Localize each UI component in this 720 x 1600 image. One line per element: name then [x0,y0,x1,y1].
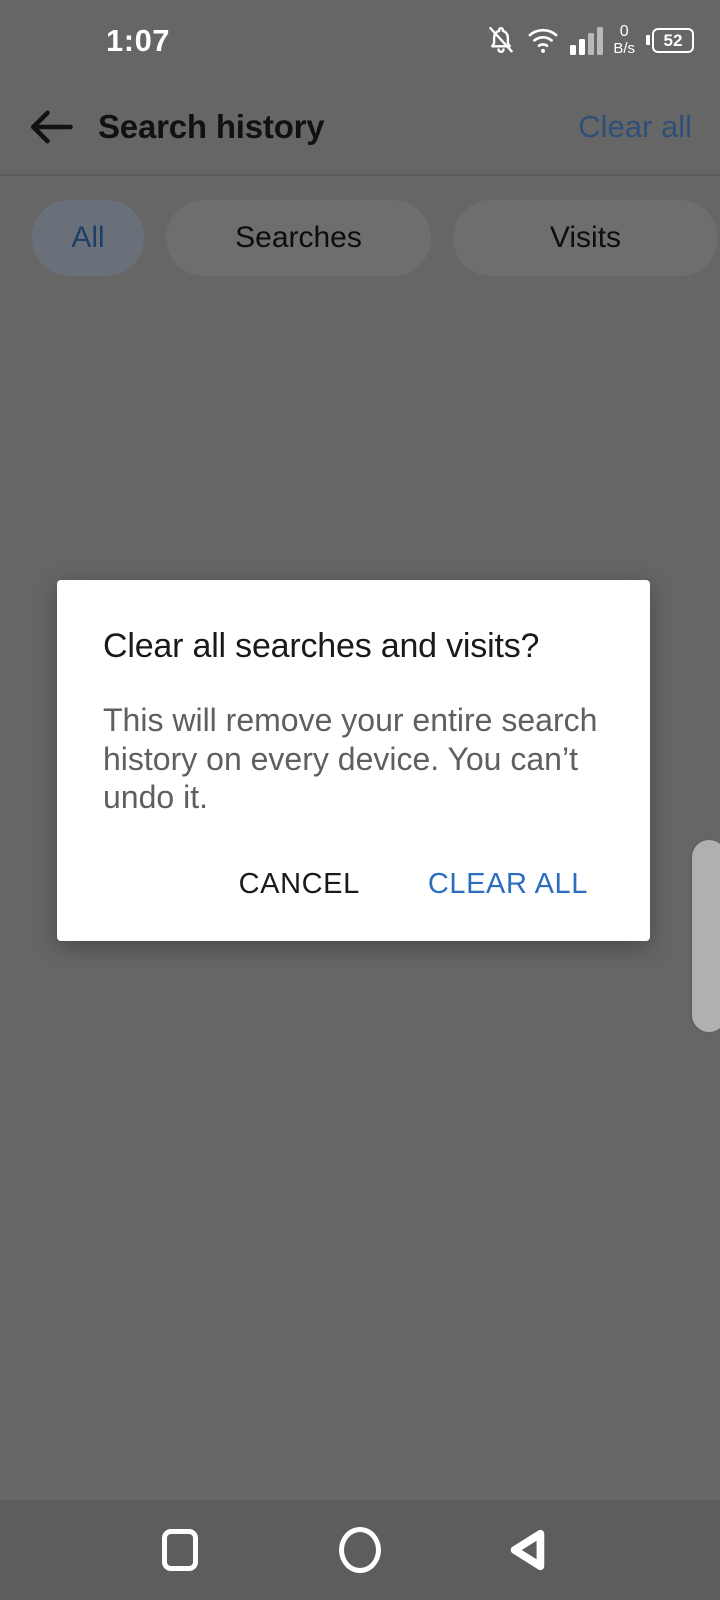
filter-chip-all[interactable]: All [32,200,144,276]
square-recents-icon [162,1529,198,1571]
notifications-off-icon [489,26,514,54]
phone-screen: 1:07 0 B/s 52 Search history Clear all A… [0,0,720,1600]
filter-chip-visits-label: Visits [549,221,622,254]
clear-all-confirm-button[interactable]: CLEAR ALL [412,854,604,915]
filter-chip-searches[interactable]: Searches [166,200,431,276]
edge-panel-handle[interactable] [692,840,720,1032]
circle-home-icon [339,1527,381,1573]
network-speed-unit: B/s [613,40,635,57]
cellular-signal-icon [570,27,604,55]
battery-percent-label: 52 [663,30,683,50]
back-button[interactable] [22,98,80,156]
network-speed-indicator: 0 B/s [613,23,635,57]
filter-chip-searches-label: Searches [235,221,362,254]
clear-history-dialog: Clear all searches and visits? This will… [57,580,650,941]
triangle-back-icon [510,1529,545,1571]
arrow-back-icon [31,110,73,144]
status-bar-icons: 0 B/s 52 [486,24,694,56]
android-navigation-bar [0,1500,720,1600]
recents-button[interactable] [120,1500,240,1600]
dialog-message: This will remove your entire search hist… [103,702,598,815]
filter-chip-visits[interactable]: Visits [453,200,718,276]
dialog-actions: CANCEL CLEAR ALL [103,816,604,941]
status-bar-clock: 1:07 [106,22,171,58]
clear-all-action[interactable]: Clear all [578,109,692,145]
battery-body: 52 [652,27,694,53]
dialog-title: Clear all searches and visits? [103,627,540,665]
network-speed-value: 0 [619,23,629,40]
cancel-button[interactable]: CANCEL [223,854,376,915]
battery-icon: 52 [646,27,694,53]
app-bar: Search history Clear all [0,80,720,176]
home-button[interactable] [300,1500,420,1600]
page-title: Search history [98,108,325,145]
wifi-icon [528,28,558,53]
battery-terminal [646,35,650,45]
status-bar: 1:07 0 B/s 52 [0,0,720,80]
back-nav-button[interactable] [467,1500,587,1600]
filter-chip-row: All Searches Visits [0,178,720,298]
filter-chip-all-label: All [71,221,105,254]
